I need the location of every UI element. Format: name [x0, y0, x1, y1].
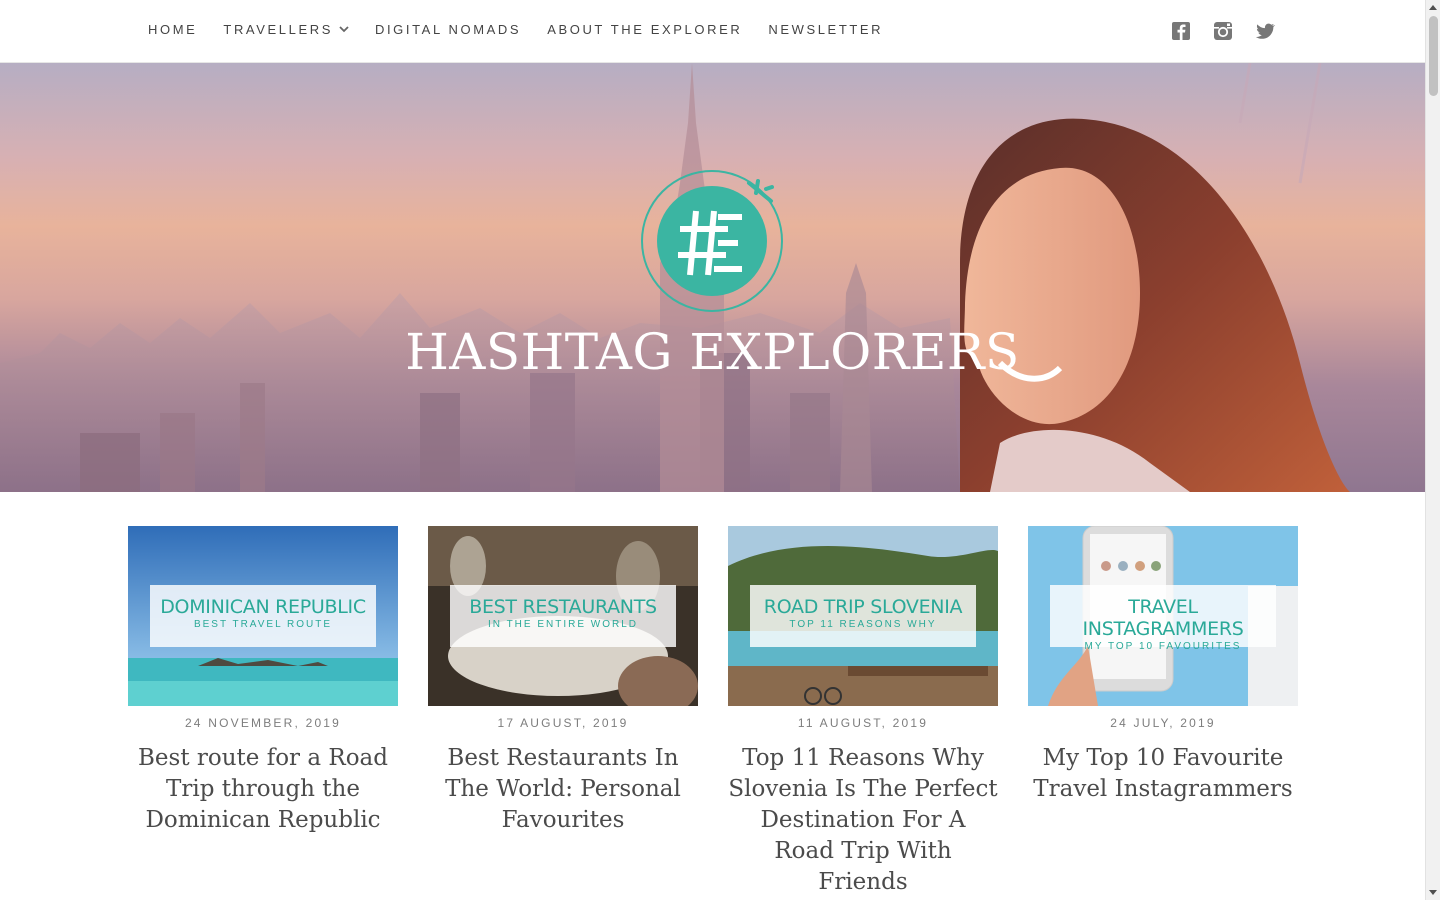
- nav-item-about[interactable]: ABOUT THE EXPLORER: [547, 22, 742, 37]
- page-scrollbar[interactable]: [1425, 0, 1440, 900]
- post-title-link[interactable]: Best route for a Road Trip through the D…: [128, 743, 398, 836]
- badge-subtitle: MY TOP 10 FAVOURITES: [1084, 641, 1242, 652]
- scroll-down-arrow-icon[interactable]: [1429, 890, 1437, 895]
- post-card[interactable]: BEST RESTAURANTS IN THE ENTIRE WORLD 17 …: [428, 526, 698, 836]
- post-date: 17 AUGUST, 2019: [497, 716, 629, 730]
- badge-subtitle: BEST TRAVEL ROUTE: [193, 619, 333, 630]
- facebook-icon[interactable]: [1170, 20, 1192, 42]
- badge-title: DOMINICAN REPUBLIC: [160, 596, 366, 618]
- nav-item-travellers[interactable]: TRAVELLERS: [223, 22, 349, 37]
- post-badge: ROAD TRIP SLOVENIA TOP 11 REASONS WHY: [750, 585, 976, 647]
- post-title-link[interactable]: My Top 10 Favourite Travel Instagrammers: [1028, 743, 1298, 805]
- post-date: 24 JULY, 2019: [1110, 716, 1216, 730]
- post-badge: BEST RESTAURANTS IN THE ENTIRE WORLD: [450, 585, 676, 647]
- post-date: 24 NOVEMBER, 2019: [184, 716, 342, 730]
- post-date: 11 AUGUST, 2019: [797, 716, 929, 730]
- post-thumbnail[interactable]: BEST RESTAURANTS IN THE ENTIRE WORLD: [428, 526, 698, 706]
- post-thumbnail[interactable]: DOMINICAN REPUBLIC BEST TRAVEL ROUTE: [128, 526, 398, 706]
- post-thumbnail[interactable]: ROAD TRIP SLOVENIA TOP 11 REASONS WHY: [728, 526, 998, 706]
- badge-subtitle: TOP 11 REASONS WHY: [789, 619, 937, 630]
- scrollbar-thumb[interactable]: [1429, 16, 1438, 96]
- badge-title: ROAD TRIP SLOVENIA: [763, 596, 963, 618]
- top-navigation: HOME TRAVELLERS DIGITAL NOMADS ABOUT THE…: [0, 0, 1425, 63]
- instagram-icon[interactable]: [1212, 20, 1234, 42]
- nav-item-digital-nomads[interactable]: DIGITAL NOMADS: [375, 22, 521, 37]
- post-title-link[interactable]: Best Restaurants In The World: Personal …: [428, 743, 698, 836]
- post-title-link[interactable]: Top 11 Reasons Why Slovenia Is The Perfe…: [728, 743, 998, 898]
- nav-item-travellers-label: TRAVELLERS: [223, 21, 333, 37]
- nav-item-newsletter[interactable]: NEWSLETTER: [768, 22, 883, 37]
- post-card[interactable]: DOMINICAN REPUBLIC BEST TRAVEL ROUTE 24 …: [128, 526, 398, 836]
- hashtag-explorers-logo[interactable]: [638, 167, 788, 317]
- nav-menu: HOME TRAVELLERS DIGITAL NOMADS ABOUT THE…: [148, 0, 909, 58]
- badge-title: TRAVEL INSTAGRAMMERS: [1082, 596, 1244, 640]
- twitter-icon[interactable]: [1254, 20, 1276, 42]
- chevron-down-icon: [339, 26, 349, 33]
- site-title: HASHTAG EXPLORERS: [405, 323, 1020, 381]
- post-badge: TRAVEL INSTAGRAMMERS MY TOP 10 FAVOURITE…: [1050, 585, 1276, 652]
- post-thumbnail[interactable]: TRAVEL INSTAGRAMMERS MY TOP 10 FAVOURITE…: [1028, 526, 1298, 706]
- badge-subtitle: IN THE ENTIRE WORLD: [487, 619, 639, 630]
- social-links: [1170, 20, 1276, 42]
- nav-item-home[interactable]: HOME: [148, 22, 197, 37]
- hero-banner: HASHTAG EXPLORERS: [0, 63, 1425, 492]
- scroll-up-arrow-icon[interactable]: [1429, 5, 1437, 10]
- post-card[interactable]: TRAVEL INSTAGRAMMERS MY TOP 10 FAVOURITE…: [1028, 526, 1298, 805]
- post-badge: DOMINICAN REPUBLIC BEST TRAVEL ROUTE: [150, 585, 376, 647]
- badge-title: BEST RESTAURANTS: [469, 596, 657, 618]
- post-card[interactable]: ROAD TRIP SLOVENIA TOP 11 REASONS WHY 11…: [728, 526, 998, 898]
